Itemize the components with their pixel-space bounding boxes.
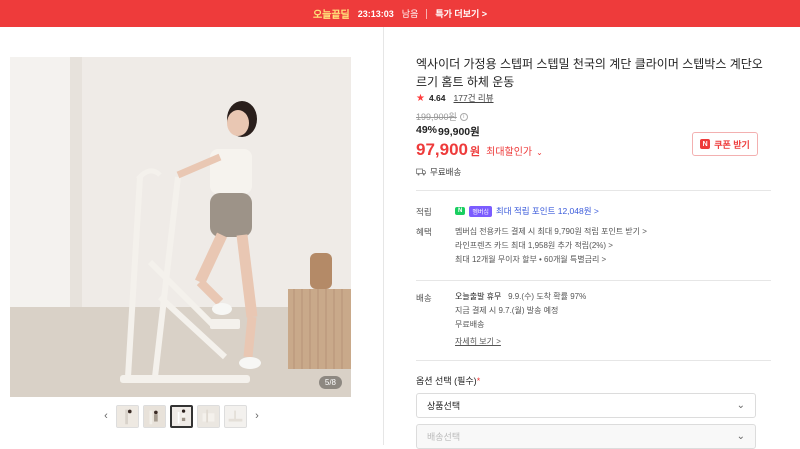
next-image-icon[interactable]: ›: [251, 410, 263, 422]
shipping-row: 무료배송: [416, 166, 461, 178]
points-row[interactable]: N 멤버십 최대 적립 포인트 12,048원 >: [455, 205, 599, 217]
product-select[interactable]: 상품선택 ⌄: [416, 393, 756, 418]
delivery-line-1: 오늘출발 휴무 9.9.(수) 도착 확률 97%: [455, 290, 586, 304]
thumbnail[interactable]: [224, 404, 247, 428]
product-title: 엑사이더 가정용 스텝퍼 스텝밀 천국의 계단 클라이머 스텝박스 계단오르기 …: [416, 57, 763, 89]
product-select-value: 상품선택: [427, 401, 461, 411]
benefit-item[interactable]: 라인프렌즈 카드 최대 1,958원 추가 적립(2%) >: [455, 239, 647, 253]
max-points-text: 최대 적립 포인트 12,048원 >: [495, 206, 599, 216]
points-label: 적립: [416, 207, 432, 217]
option-label: 옵션 선택 (필수)*: [416, 374, 480, 387]
coupon-button[interactable]: N 쿠폰 받기: [692, 132, 758, 156]
sale-price-row: 49% 99,900원: [416, 124, 480, 139]
membership-badge: 멤버십: [469, 205, 492, 217]
column-divider: [383, 27, 384, 445]
divider: [416, 190, 771, 191]
prev-image-icon[interactable]: ‹: [100, 410, 112, 422]
banner-divider: [426, 8, 428, 19]
deal-timer-suffix: 남음: [401, 9, 419, 19]
discount-percent: 49%: [416, 124, 438, 136]
info-icon[interactable]: i: [459, 112, 468, 121]
thumbnail[interactable]: [143, 404, 166, 428]
benefits-list: 멤버십 전용카드 결제 시 최대 9,790원 적립 포인트 받기 > 라인프렌…: [455, 225, 647, 267]
product-main-image[interactable]: 5/8: [10, 57, 351, 397]
benefit-item[interactable]: 멤버십 전용카드 결제 시 최대 9,790원 적립 포인트 받기 >: [455, 225, 647, 239]
chevron-down-icon[interactable]: ⌄: [536, 148, 543, 157]
option-label-text: 옵션 선택 (필수): [416, 376, 477, 386]
divider: [416, 360, 771, 361]
max-discount-toggle[interactable]: 최대할인가: [486, 143, 532, 158]
delivery-select[interactable]: 배송선택 ⌄: [416, 424, 756, 449]
final-price: 97,900: [416, 140, 468, 159]
final-price-unit: 원: [470, 146, 481, 158]
rating-value: 4.64: [428, 93, 446, 103]
delivery-select-value: 배송선택: [427, 432, 461, 442]
delivery-line-3: 무료배송: [455, 320, 485, 329]
delivery-eta: 9.9.(수) 도착 확률 97%: [508, 292, 587, 301]
delivery-label: 배송: [416, 293, 432, 303]
delivery-status: 오늘출발 휴무: [455, 292, 502, 301]
thumbnail[interactable]: [197, 404, 220, 428]
deal-banner: 오늘끝딜 23:13:03 남음 특가 더보기 >: [0, 0, 800, 27]
original-price-row: 199,900원 i: [416, 110, 468, 123]
free-shipping-label: 무료배송: [430, 167, 462, 177]
divider: [416, 280, 771, 281]
deal-timer: 23:13:03: [357, 8, 394, 19]
delivery-info: 오늘출발 휴무 9.9.(수) 도착 확률 97% 지금 결제 시 9.7.(월…: [455, 290, 586, 349]
benefit-item[interactable]: 최대 12개월 무이자 할부 • 60개월 특별금리 >: [455, 253, 647, 267]
rating-row: ★ 4.64 177건 리뷰: [416, 92, 494, 104]
review-count-link[interactable]: 177건 리뷰: [454, 92, 494, 104]
benefits-label: 혜택: [416, 227, 432, 237]
deal-brand: 오늘끝딜: [312, 10, 350, 21]
more-deals-link[interactable]: 특가 더보기 >: [435, 7, 487, 20]
original-price: 199,900원: [416, 112, 457, 122]
coupon-icon: N: [700, 139, 711, 149]
image-counter: 5/8: [318, 376, 342, 389]
required-mark: *: [476, 376, 481, 386]
chevron-down-icon: ⌄: [736, 400, 745, 411]
star-icon: ★: [416, 92, 425, 104]
chevron-down-icon: ⌄: [736, 431, 745, 442]
thumbnail-active[interactable]: [170, 404, 193, 428]
delivery-line-2: 지금 결제 시 9.7.(월) 발송 예정: [455, 306, 559, 315]
delivery-detail-link[interactable]: 자세히 보기 >: [455, 335, 586, 349]
thumbnail-strip: ‹ ›: [100, 404, 265, 428]
final-price-row: 97,900 원 최대할인가 ⌄: [416, 140, 543, 160]
coupon-button-label: 쿠폰 받기: [714, 139, 750, 150]
npay-icon: N: [455, 207, 466, 215]
thumbnail[interactable]: [116, 404, 139, 428]
stepper-photo-illustration: [10, 57, 351, 397]
sale-price: 99,900원: [438, 126, 480, 138]
truck-icon: [416, 168, 426, 176]
